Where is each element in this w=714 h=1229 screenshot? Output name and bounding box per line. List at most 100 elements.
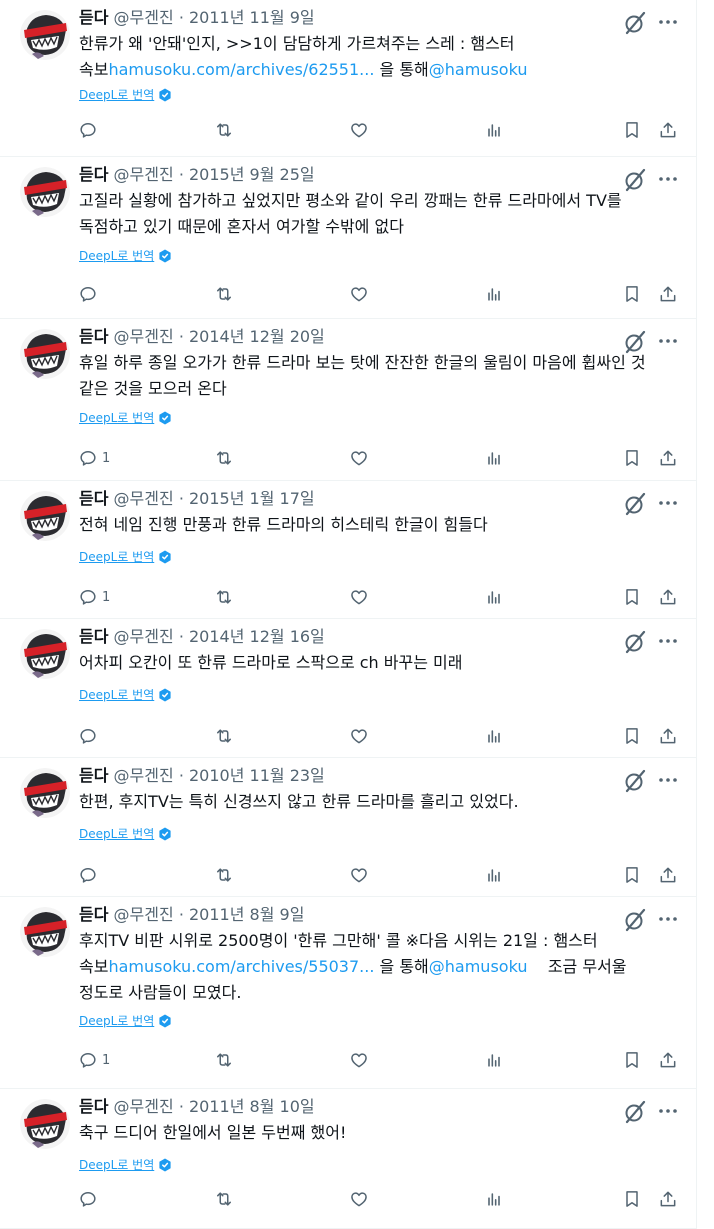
display-name[interactable]: 듣다	[79, 1097, 108, 1116]
avatar[interactable]	[20, 491, 70, 541]
like-button[interactable]	[349, 282, 369, 306]
retweet-button[interactable]	[214, 1187, 234, 1211]
retweet-button[interactable]	[214, 724, 234, 748]
views-button[interactable]	[484, 724, 504, 748]
views-button[interactable]	[484, 1187, 504, 1211]
like-button[interactable]	[349, 863, 369, 887]
display-name[interactable]: 듣다	[79, 766, 108, 785]
bookmark-button[interactable]	[622, 863, 642, 887]
views-button[interactable]	[484, 863, 504, 887]
translate-link[interactable]: DeepL로 번역	[79, 685, 172, 705]
reply-button[interactable]: 1	[78, 446, 110, 470]
tweet[interactable]: 듣다 @무겐진 · 2014년 12월 20일 휴일 하루 종일 오가가 한류 …	[0, 319, 697, 481]
tweet-date[interactable]: 2015년 1월 17일	[189, 489, 315, 508]
display-name[interactable]: 듣다	[79, 327, 108, 346]
reply-button[interactable]	[78, 1187, 102, 1211]
like-button[interactable]	[349, 1048, 369, 1072]
share-button[interactable]	[658, 585, 678, 609]
bookmark-button[interactable]	[622, 724, 642, 748]
like-button[interactable]	[349, 724, 369, 748]
reply-button[interactable]	[78, 282, 102, 306]
retweet-button[interactable]	[214, 1048, 234, 1072]
share-button[interactable]	[658, 446, 678, 470]
share-button[interactable]	[658, 863, 678, 887]
views-button[interactable]	[484, 282, 504, 306]
bookmark-button[interactable]	[622, 1187, 642, 1211]
like-button[interactable]	[349, 118, 369, 142]
views-button[interactable]	[484, 118, 504, 142]
user-handle[interactable]: @무겐진	[114, 489, 174, 508]
display-name[interactable]: 듣다	[79, 627, 108, 646]
tweet-date[interactable]: 2010년 11월 23일	[189, 766, 325, 785]
tweet-mention[interactable]: @hamusoku	[429, 957, 528, 976]
bookmark-button[interactable]	[622, 1048, 642, 1072]
tweet-date[interactable]: 2014년 12월 20일	[189, 327, 325, 346]
bookmark-button[interactable]	[622, 446, 642, 470]
user-handle[interactable]: @무겐진	[114, 766, 174, 785]
user-handle[interactable]: @무겐진	[114, 905, 174, 924]
share-button[interactable]	[658, 282, 678, 306]
translate-link[interactable]: DeepL로 번역	[79, 408, 172, 428]
views-button[interactable]	[484, 1048, 504, 1072]
share-button[interactable]	[658, 1187, 678, 1211]
share-button[interactable]	[658, 118, 678, 142]
user-handle[interactable]: @무겐진	[114, 627, 174, 646]
tweet-link[interactable]: hamusoku.com/archives/62551...	[108, 60, 374, 79]
avatar[interactable]	[20, 1099, 70, 1149]
translate-link[interactable]: DeepL로 번역	[79, 85, 172, 105]
translate-link[interactable]: DeepL로 번역	[79, 1155, 172, 1175]
retweet-button[interactable]	[214, 446, 234, 470]
display-name[interactable]: 듣다	[79, 489, 108, 508]
display-name[interactable]: 듣다	[79, 8, 108, 27]
translate-link[interactable]: DeepL로 번역	[79, 547, 172, 567]
tweet-mention[interactable]: @hamusoku	[429, 60, 528, 79]
translate-link[interactable]: DeepL로 번역	[79, 1011, 172, 1031]
like-button[interactable]	[349, 446, 369, 470]
tweet-date[interactable]: 2014년 12월 16일	[189, 627, 325, 646]
tweet[interactable]: 듣다 @무겐진 · 2014년 12월 16일 어차피 오칸이 또 한류 드라마…	[0, 619, 697, 758]
reply-button[interactable]	[78, 724, 102, 748]
avatar[interactable]	[20, 768, 70, 818]
avatar[interactable]	[20, 907, 70, 957]
user-handle[interactable]: @무겐진	[114, 327, 174, 346]
translate-link[interactable]: DeepL로 번역	[79, 246, 172, 266]
avatar[interactable]	[20, 329, 70, 379]
reply-button[interactable]	[78, 118, 102, 142]
reply-button[interactable]: 1	[78, 1048, 110, 1072]
display-name[interactable]: 듣다	[79, 165, 108, 184]
retweet-button[interactable]	[214, 863, 234, 887]
tweet[interactable]: 듣다 @무겐진 · 2011년 8월 10일 축구 드디어 한일에서 일본 두번…	[0, 1089, 697, 1229]
user-handle[interactable]: @무겐진	[114, 165, 174, 184]
tweet[interactable]: 듣다 @무겐진 · 2015년 1월 17일 전혀 네임 진행 만풍과 한류 드…	[0, 481, 697, 619]
tweet[interactable]: 듣다 @무겐진 · 2011년 8월 9일 후지TV 비판 시위로 2500명이…	[0, 897, 697, 1089]
views-button[interactable]	[484, 446, 504, 470]
tweet[interactable]: 듣다 @무겐진 · 2011년 11월 9일 한류가 왜 '안돼'인지, >>1…	[0, 0, 697, 157]
tweet-link[interactable]: hamusoku.com/archives/55037...	[108, 957, 374, 976]
views-button[interactable]	[484, 585, 504, 609]
retweet-button[interactable]	[214, 585, 234, 609]
avatar[interactable]	[20, 10, 70, 60]
display-name[interactable]: 듣다	[79, 905, 108, 924]
retweet-button[interactable]	[214, 118, 234, 142]
tweet-date[interactable]: 2015년 9월 25일	[189, 165, 315, 184]
avatar[interactable]	[20, 629, 70, 679]
tweet-date[interactable]: 2011년 11월 9일	[189, 8, 315, 27]
like-button[interactable]	[349, 585, 369, 609]
share-button[interactable]	[658, 724, 678, 748]
bookmark-button[interactable]	[622, 118, 642, 142]
like-button[interactable]	[349, 1187, 369, 1211]
retweet-button[interactable]	[214, 282, 234, 306]
translate-link[interactable]: DeepL로 번역	[79, 824, 172, 844]
reply-button[interactable]	[78, 863, 102, 887]
avatar[interactable]	[20, 167, 70, 217]
share-button[interactable]	[658, 1048, 678, 1072]
tweet-date[interactable]: 2011년 8월 10일	[189, 1097, 315, 1116]
bookmark-button[interactable]	[622, 585, 642, 609]
reply-button[interactable]: 1	[78, 585, 110, 609]
tweet[interactable]: 듣다 @무겐진 · 2010년 11월 23일 한편, 후지TV는 특히 신경쓰…	[0, 758, 697, 897]
bookmark-button[interactable]	[622, 282, 642, 306]
tweet[interactable]: 듣다 @무겐진 · 2015년 9월 25일 고질라 실황에 참가하고 싶었지만…	[0, 157, 697, 319]
tweet-date[interactable]: 2011년 8월 9일	[189, 905, 304, 924]
user-handle[interactable]: @무겐진	[114, 1097, 174, 1116]
user-handle[interactable]: @무겐진	[114, 8, 174, 27]
